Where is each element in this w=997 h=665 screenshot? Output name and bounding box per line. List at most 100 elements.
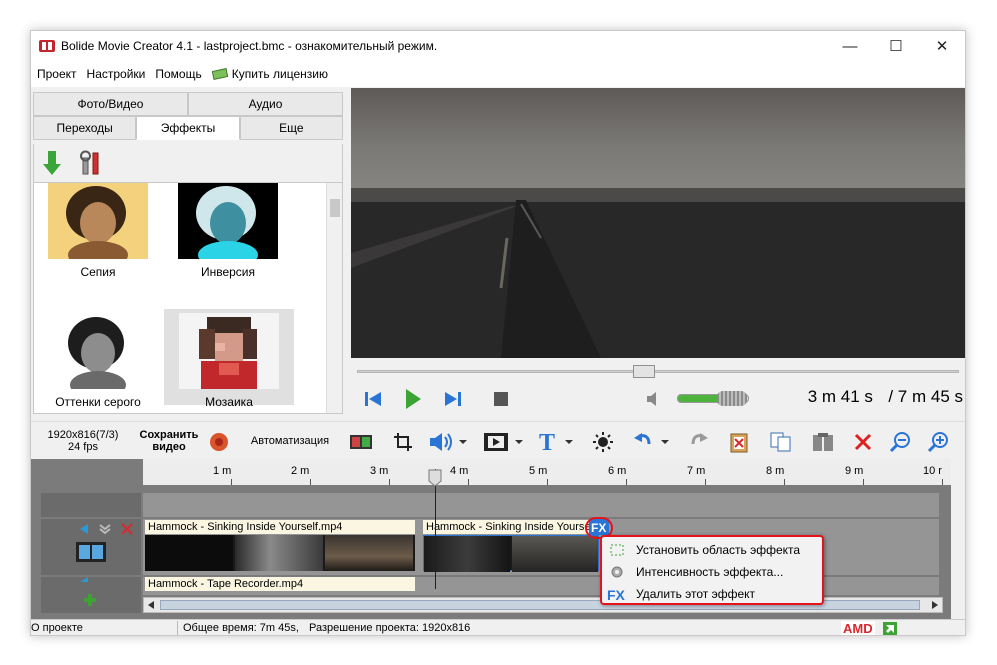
forward-button[interactable] (443, 389, 463, 409)
zoom-out-button[interactable] (889, 432, 913, 453)
menu-buy-license[interactable]: Купить лицензию (211, 67, 328, 81)
current-time: 3 m 41 s (807, 387, 873, 406)
rewind-button[interactable] (363, 389, 383, 409)
speaker-icon (647, 392, 656, 406)
clip-2-label[interactable]: Hammock - Sinking Inside Yourself.mp4 (423, 520, 603, 534)
delete-x-icon (854, 433, 872, 451)
track-header-empty (41, 493, 141, 517)
effects-scrollbar[interactable] (326, 183, 342, 413)
menu-effect-intensity[interactable]: Интенсивность эффекта... (602, 561, 822, 583)
ruler-label: 6 m (608, 465, 627, 477)
record-button[interactable] (207, 432, 231, 452)
seek-bar[interactable] (351, 361, 965, 381)
timeline-vertical-scrollbar[interactable] (951, 459, 965, 619)
download-arrow-icon[interactable] (42, 150, 62, 176)
menu-project[interactable]: Проект (37, 67, 77, 81)
close-button[interactable]: ✕ (919, 31, 965, 61)
minimize-button[interactable]: — (827, 31, 873, 61)
volume-icon (430, 433, 467, 451)
save-video-button[interactable]: Сохранить видео (131, 429, 207, 453)
clip-3-label[interactable]: Hammock - Tape Recorder.mp4 (145, 577, 415, 591)
effect-grayscale-label: Оттенки серого (55, 395, 141, 409)
playhead-handle-icon[interactable] (428, 469, 442, 487)
automation-button[interactable]: Автоматизация (245, 435, 335, 447)
ruler-label: 3 m (370, 465, 389, 477)
menu-bar: Проект Настройки Помощь Купить лицензию (31, 61, 965, 87)
redo-button[interactable] (687, 432, 711, 452)
play-button[interactable] (403, 389, 423, 409)
volume-slider[interactable] (677, 391, 749, 406)
track-collapse-icon[interactable] (79, 523, 89, 535)
audio-collapse-icon[interactable] (79, 577, 89, 583)
paste-button[interactable] (727, 432, 751, 453)
preview-frame (351, 88, 965, 358)
tab-more[interactable]: Еще (239, 116, 343, 140)
crop-button[interactable] (391, 432, 415, 452)
seek-handle[interactable] (632, 365, 655, 378)
effect-grayscale[interactable]: Оттенки серого (48, 313, 148, 409)
window-title: Bolide Movie Creator 4.1 - lastproject.b… (61, 39, 438, 53)
play-icon (406, 389, 421, 409)
effect-mosaic-label: Мозаика (205, 395, 253, 409)
ruler-label: 5 m (529, 465, 548, 477)
ruler-label: 7 m (687, 465, 706, 477)
zoom-in-button[interactable] (927, 432, 951, 453)
record-icon (210, 433, 228, 451)
effect-inversion[interactable]: Инверсия (178, 183, 278, 279)
svg-text:FX: FX (607, 587, 626, 601)
brightness-icon (593, 432, 613, 452)
clip-2[interactable] (423, 535, 599, 572)
copy-button[interactable] (769, 432, 793, 452)
tools-icon[interactable] (80, 150, 104, 176)
playback-controls: 3 m 41 s / 7 m 45 s (351, 383, 965, 413)
maximize-button[interactable]: ☐ (873, 31, 919, 61)
text-button[interactable]: T (537, 431, 577, 453)
effect-context-menu: Установить область эффекта Интенсивность… (600, 535, 824, 605)
volume-handle[interactable] (717, 391, 747, 406)
menu-help[interactable]: Помощь (155, 67, 201, 81)
video-preview (351, 88, 965, 358)
effects-toolbar (33, 144, 343, 182)
add-track-icon[interactable] (83, 593, 97, 607)
film-icon (484, 433, 523, 451)
timeline-ruler[interactable]: 1 m 2 m 3 m 4 m 5 m 6 m 7 m 8 m 9 m 10 r (143, 459, 963, 485)
undo-button[interactable] (633, 432, 673, 452)
video-effects-button[interactable] (483, 432, 525, 452)
tab-audio[interactable]: Аудио (188, 92, 343, 116)
about-project[interactable]: О проекте (31, 622, 83, 634)
tab-photo-video[interactable]: Фото/Видео (33, 92, 188, 116)
split-button[interactable] (811, 432, 835, 452)
fps-info: 24 fps (68, 441, 98, 453)
audio-button[interactable] (429, 432, 469, 452)
effect-sepia[interactable]: Сепия (48, 183, 148, 279)
tab-transitions[interactable]: Переходы (33, 116, 137, 140)
tab-effects[interactable]: Эффекты (136, 116, 240, 140)
scroll-right-icon[interactable] (930, 600, 940, 610)
effect-mosaic[interactable]: Мозаика (164, 309, 294, 409)
effects-track (143, 493, 939, 517)
copy-icon (770, 432, 791, 452)
trim-button[interactable] (349, 432, 373, 452)
stop-button[interactable] (491, 389, 511, 409)
title-bar: Bolide Movie Creator 4.1 - lastproject.b… (31, 31, 965, 61)
time-display: 3 m 41 s / 7 m 45 s (808, 387, 963, 407)
clip-1[interactable] (145, 535, 415, 571)
mute-button[interactable] (643, 389, 663, 409)
clip-1-label[interactable]: Hammock - Sinking Inside Yourself.mp4 (145, 520, 415, 534)
menu-set-effect-area[interactable]: Установить область эффекта (602, 539, 822, 561)
ruler-label: 10 r (923, 465, 942, 477)
svg-text:T: T (539, 431, 555, 453)
effect-sepia-label: Сепия (80, 265, 116, 279)
scroll-left-icon[interactable] (146, 600, 156, 610)
track-visibility-icon[interactable] (99, 523, 111, 535)
playhead[interactable] (435, 469, 436, 589)
menu-delete-effect[interactable]: FX Удалить этот эффект (602, 583, 822, 605)
resolution-info: 1920x816(7/3) (47, 429, 119, 441)
brightness-button[interactable] (591, 432, 615, 452)
menu-effect-intensity-label: Интенсивность эффекта... (636, 565, 784, 579)
menu-settings[interactable]: Настройки (87, 67, 146, 81)
effect-mosaic-preview (179, 313, 279, 389)
delete-button[interactable] (851, 432, 875, 452)
project-format: 1920x816(7/3) 24 fps (41, 429, 125, 453)
track-delete-icon[interactable] (121, 523, 133, 535)
